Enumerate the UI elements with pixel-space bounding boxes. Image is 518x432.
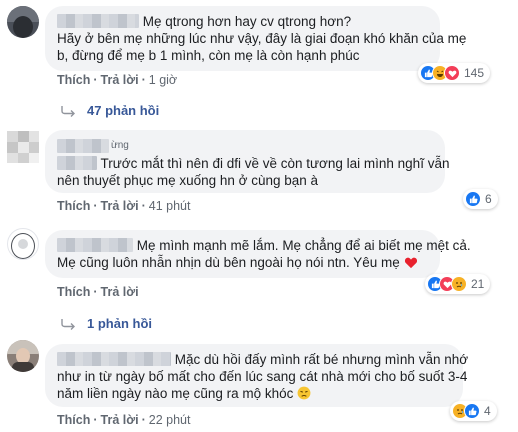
commenter-name[interactable] — [57, 156, 97, 170]
reply-link[interactable]: Trả lời — [101, 413, 139, 427]
comment-actions: Thích · Trả lời · 22 phút — [57, 413, 191, 427]
avatar[interactable] — [7, 340, 39, 372]
comment-bubble: Mẹ qtrong hơn hay cv qtrong hơn? Hãy ở b… — [45, 6, 467, 71]
reaction-count: 145 — [464, 66, 485, 80]
like-icon — [465, 191, 481, 207]
view-replies-link[interactable]: 1 phản hồi — [61, 316, 152, 331]
comment-text: như in từ ngày bố mất cho đến lúc sang c… — [57, 369, 468, 384]
heart-emoji — [404, 257, 417, 269]
reaction-count: 4 — [484, 404, 491, 418]
sad-icon — [451, 276, 467, 292]
like-link[interactable]: Thích — [57, 285, 90, 299]
timestamp[interactable]: 1 giờ — [149, 73, 177, 87]
reaction-summary[interactable]: 4 — [450, 401, 497, 421]
comment-text: năm liền ngày nào mẹ cũng ra mộ khóc — [57, 386, 294, 401]
commenter-name-tail: ừng — [111, 140, 129, 151]
commenter-name[interactable] — [57, 352, 171, 366]
replies-count: 1 phản hồi — [87, 316, 152, 331]
comment-bubble: Mẹ mình mạnh mẽ lắm. Mẹ chẳng để ai biết… — [45, 230, 471, 278]
comment-text: Mẹ mình mạnh mẽ lắm. Mẹ chẳng để ai biết… — [136, 238, 471, 253]
like-link[interactable]: Thích — [57, 73, 90, 87]
comment-text: Mặc dù hồi đấy mình rất bé nhưng mình vẫ… — [174, 352, 469, 367]
comment-bubble: ừng Trước mắt thì nên đi dfi về về còn t… — [45, 130, 449, 193]
reply-arrow-icon — [61, 318, 75, 330]
comment-text: Hãy ở bên mẹ những lúc như vậy, đây là g… — [57, 31, 467, 46]
view-replies-link[interactable]: 47 phản hồi — [61, 103, 159, 118]
comment-text: Mẹ qtrong hơn hay cv qtrong hơn? — [142, 14, 352, 29]
comment-text: Mẹ cũng luôn nhẫn nhịn dù bên ngoài họ n… — [57, 255, 400, 270]
timestamp[interactable]: 22 phút — [149, 413, 191, 427]
comment-actions: Thích · Trả lời · 41 phút — [57, 199, 191, 213]
reply-link[interactable]: Trả lời — [101, 73, 139, 87]
avatar[interactable] — [7, 228, 39, 260]
reply-link[interactable]: Trả lời — [101, 285, 139, 299]
avatar[interactable] — [7, 6, 39, 38]
comment-text: b, đừng để mẹ b 1 mình, còn mẹ là còn hạ… — [57, 48, 360, 63]
comment-text: nên thuyết phục mẹ xuống hn ở cùng bạn à — [57, 173, 319, 188]
reply-link[interactable]: Trả lời — [101, 199, 139, 213]
like-link[interactable]: Thích — [57, 413, 90, 427]
comment-text: Trước mắt thì nên đi dfi về về còn tương… — [100, 156, 450, 171]
comment-bubble: Mặc dù hồi đấy mình rất bé nhưng mình vẫ… — [45, 344, 468, 407]
commenter-name[interactable] — [57, 139, 109, 153]
reaction-summary[interactable]: 145 — [418, 63, 491, 83]
reaction-count: 21 — [471, 277, 485, 291]
disappointed-emoji — [297, 386, 311, 400]
reaction-summary[interactable]: 21 — [425, 274, 491, 294]
replies-count: 47 phản hồi — [87, 103, 160, 118]
avatar[interactable] — [7, 131, 39, 163]
commenter-name[interactable] — [57, 238, 133, 252]
reaction-count: 6 — [485, 192, 492, 206]
like-link[interactable]: Thích — [57, 199, 90, 213]
comment-actions: Thích · Trả lời · 1 giờ — [57, 73, 178, 87]
like-icon — [464, 403, 480, 419]
reaction-summary[interactable]: 6 — [463, 189, 498, 209]
commenter-name[interactable] — [57, 14, 139, 28]
love-icon — [444, 65, 460, 81]
comment-actions: Thích · Trả lời — [57, 285, 139, 299]
reply-arrow-icon — [61, 105, 75, 117]
timestamp[interactable]: 41 phút — [149, 199, 191, 213]
